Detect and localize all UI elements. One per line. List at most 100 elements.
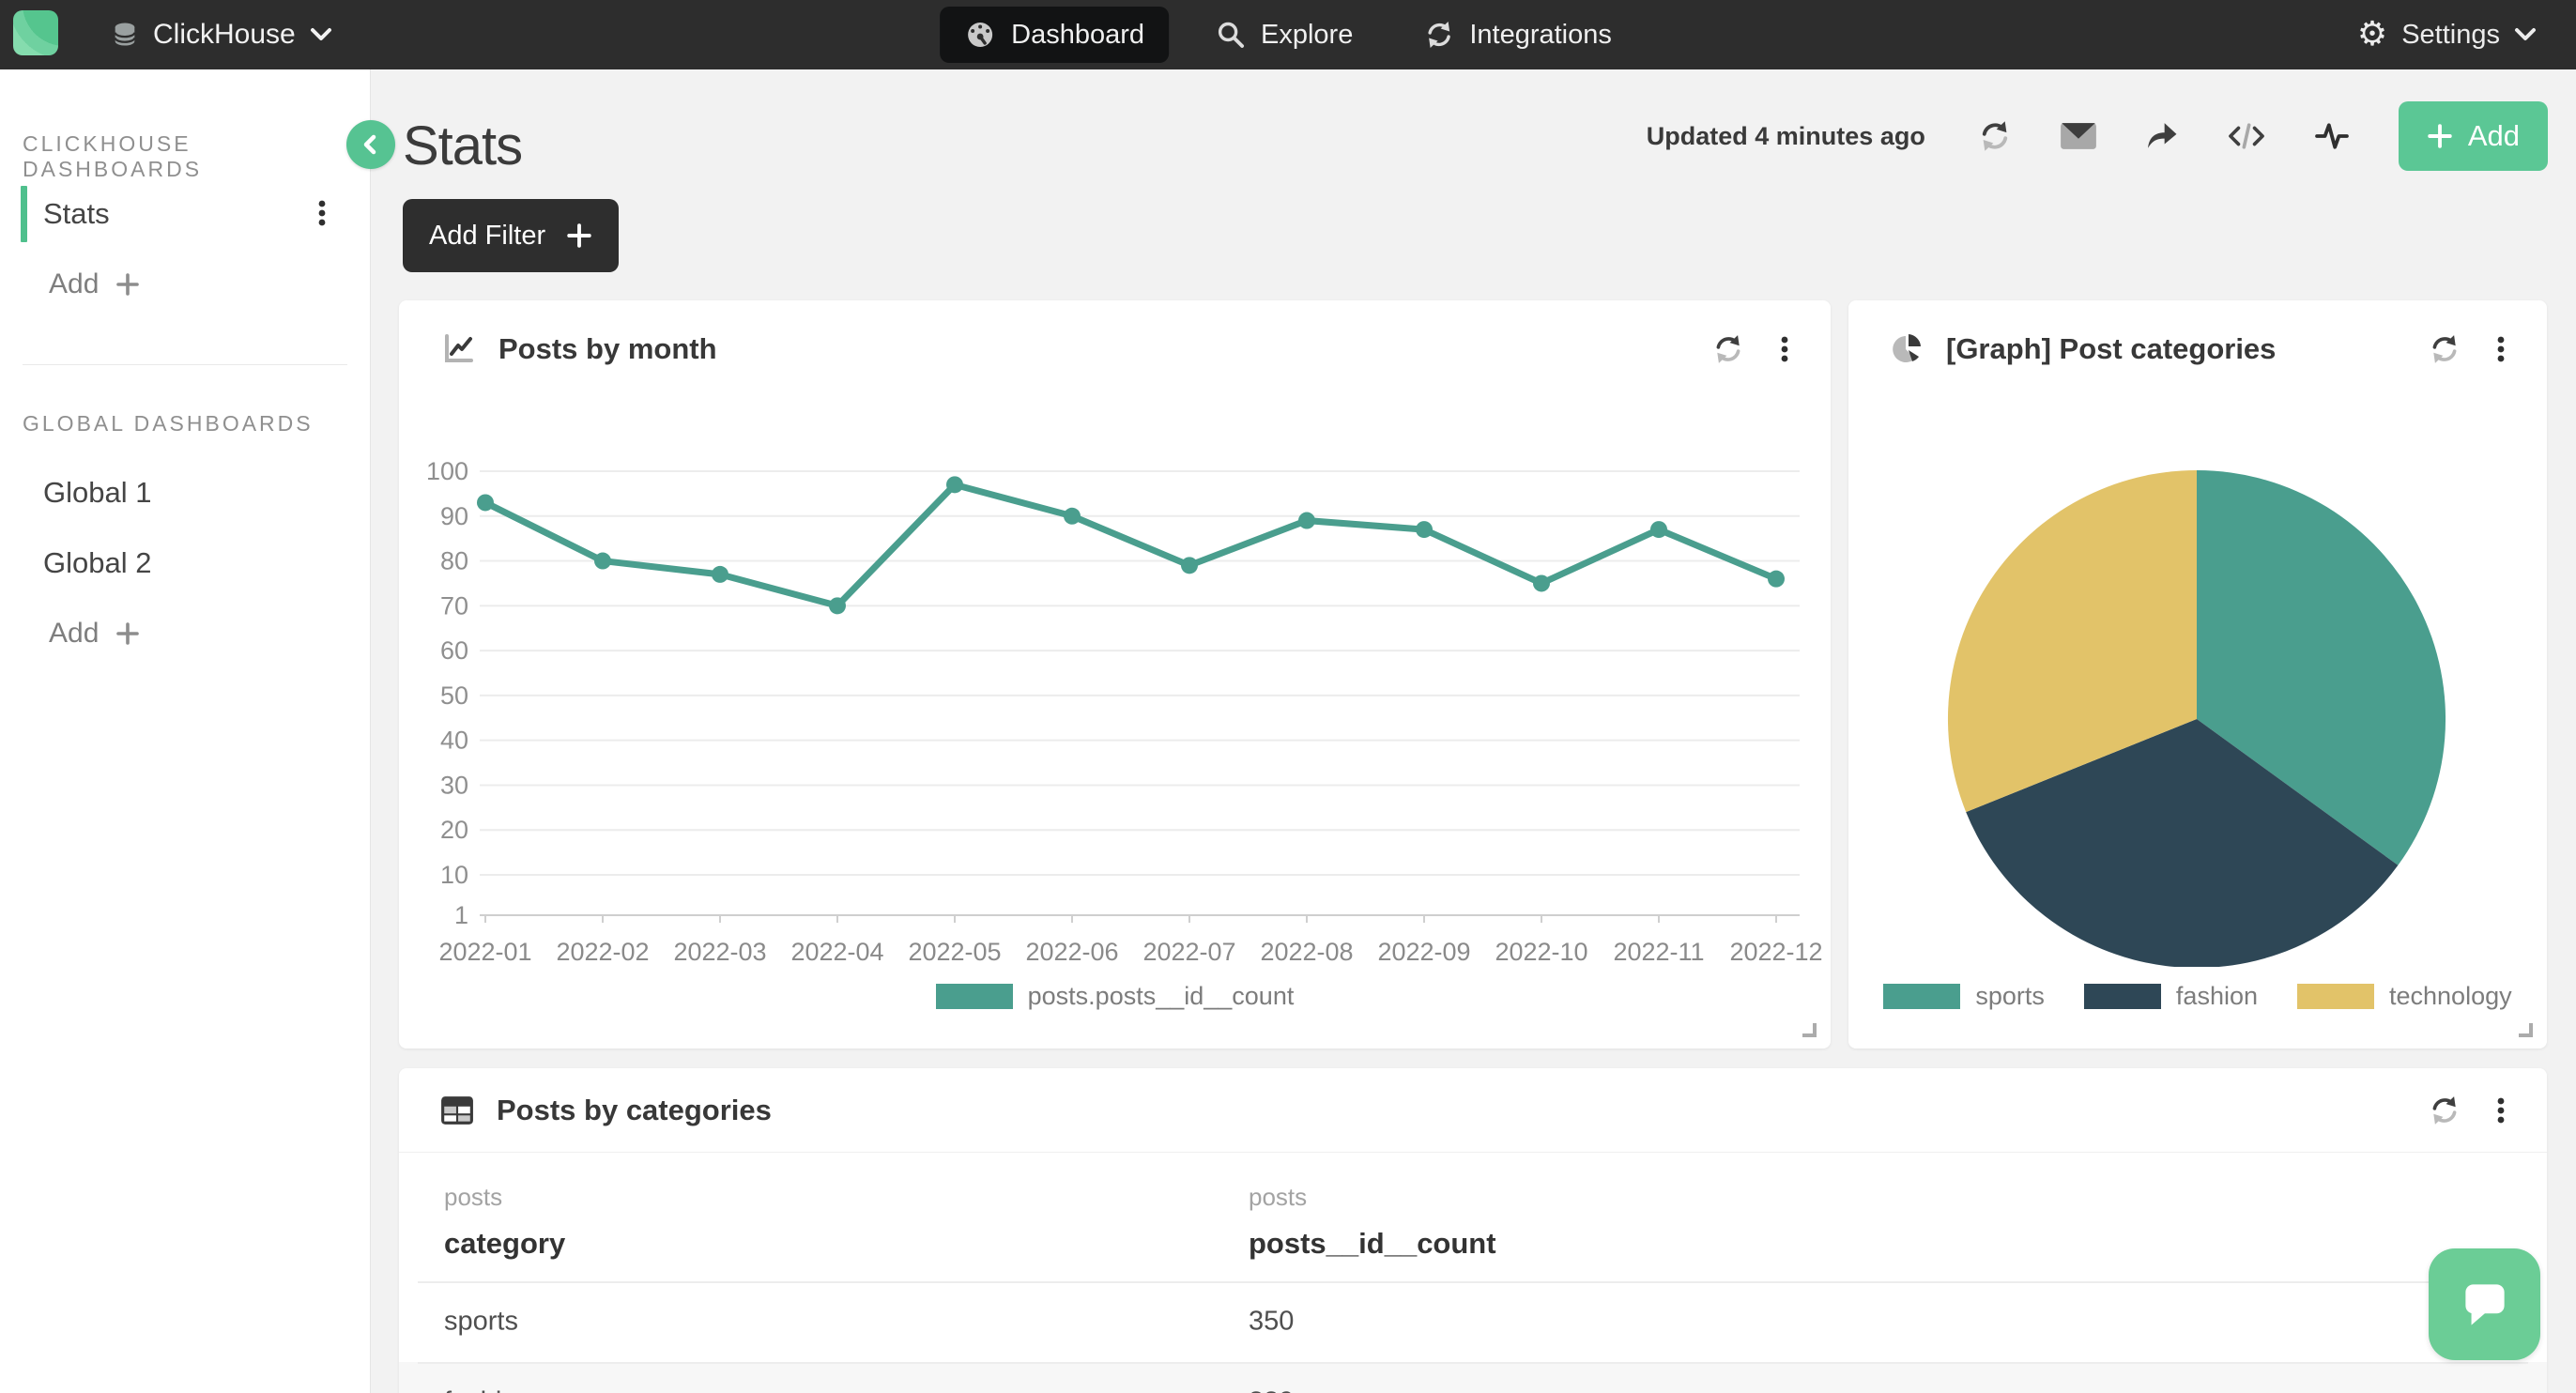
card-header: [Graph] Post categories [1848,300,2547,398]
legend-label: posts.posts__id__count [1028,982,1295,1011]
svg-text:1: 1 [454,901,468,929]
add-widget-button[interactable]: Add [2399,101,2548,171]
sidebar-item-global-1[interactable]: Global 1 [0,467,370,518]
code-icon [2228,121,2265,151]
table-header: posts category posts posts__id__count [399,1153,2547,1281]
settings-label: Settings [2401,20,2500,51]
resize-handle-icon[interactable] [1797,1018,1819,1040]
line-chart[interactable]: 11020304050607080901002022-012022-022022… [399,404,1831,967]
workspace-switcher[interactable]: ClickHouse [105,0,338,69]
card-posts-by-month: Posts by month [399,300,1831,1049]
sidebar-item-global-2[interactable]: Global 2 [0,538,370,589]
share-button[interactable] [2145,121,2179,151]
card-title: Posts by month [498,332,1690,366]
gauge-icon [964,19,996,51]
email-report-button[interactable] [2061,122,2096,150]
activity-button[interactable] [2314,120,2350,152]
add-dashboard-button[interactable]: Add [43,263,146,306]
sidebar-section-title: CLICKHOUSE DASHBOARDS [23,131,370,182]
main-content: Stats Updated 4 minutes ago [371,69,2576,1393]
kebab-menu-icon [317,199,327,227]
tab-integrations[interactable]: Integrations [1400,8,1636,63]
dashboard-actions: Updated 4 minutes ago [1647,101,2548,171]
add-filter-button[interactable]: Add Filter [403,199,619,272]
svg-text:50: 50 [440,681,468,710]
svg-text:100: 100 [426,457,468,485]
search-icon [1216,20,1246,50]
tab-label: Explore [1261,20,1353,51]
card-actions [1712,333,1789,365]
svg-text:2022-06: 2022-06 [1025,938,1118,966]
database-icon [111,20,139,50]
tab-label: Dashboard [1011,20,1144,51]
legend-item[interactable]: fashion [2084,982,2258,1011]
app-logo[interactable] [13,10,58,55]
widget-menu-button[interactable] [2496,1095,2506,1125]
main-nav: Dashboard Explore Integrations [940,0,1636,69]
refresh-dashboard-button[interactable] [1978,119,2012,153]
card-header: Posts by month [399,300,1831,398]
widget-menu-button[interactable] [1780,334,1789,364]
chevron-left-icon [359,132,383,157]
table-body: sports350fashion339 [399,1281,2547,1393]
refresh-icon [1978,119,2012,153]
legend-swatch [2084,984,2161,1009]
kebab-menu-icon [2496,1095,2506,1125]
svg-text:90: 90 [440,502,468,530]
mail-icon [2061,122,2096,150]
table-icon [440,1095,474,1125]
top-navbar: ClickHouse Dashboard [0,0,2576,69]
legend-item[interactable]: posts.posts__id__count [936,982,1295,1011]
svg-text:2022-12: 2022-12 [1729,938,1822,966]
tab-dashboard[interactable]: Dashboard [940,7,1169,63]
svg-text:2022-05: 2022-05 [908,938,1001,966]
pie-chart[interactable] [1848,404,2547,967]
refresh-widget-button[interactable] [1712,333,1744,365]
legend-item[interactable]: technology [2297,982,2512,1011]
dashboard-menu-button[interactable] [312,193,332,236]
column-header[interactable]: posts posts__id__count [1249,1183,1496,1261]
sidebar-item-stats[interactable]: Stats [0,184,370,244]
svg-text:60: 60 [440,636,468,665]
card-header: Posts by categories [399,1068,2547,1153]
chat-widget-button[interactable] [2429,1248,2540,1360]
add-label: Add [49,618,99,650]
svg-text:20: 20 [440,816,468,844]
svg-text:2022-08: 2022-08 [1260,938,1353,966]
tab-explore[interactable]: Explore [1191,8,1377,63]
refresh-icon [1712,333,1744,365]
table-cell-category: fashion [444,1387,532,1393]
plus-icon [115,272,140,297]
refresh-widget-button[interactable] [2429,333,2461,365]
app-root: ClickHouse Dashboard [0,0,2576,1393]
column-name: category [444,1227,565,1261]
chart-legend: posts.posts__id__count [399,982,1831,1011]
legend-label: fashion [2176,982,2258,1011]
embed-code-button[interactable] [2228,121,2265,151]
widget-menu-button[interactable] [2496,334,2506,364]
gear-icon: ⚙ [2357,18,2387,52]
plus-icon [2427,123,2453,149]
refresh-icon [2429,1094,2461,1126]
sidebar-collapse-button[interactable] [346,120,395,169]
svg-text:2022-11: 2022-11 [1613,938,1704,966]
svg-text:30: 30 [440,771,468,799]
legend-item[interactable]: sports [1883,982,2045,1011]
add-global-dashboard-button[interactable]: Add [43,612,146,655]
card-post-categories: [Graph] Post categories [1848,300,2547,1049]
chart-legend: sports fashion technology [1848,982,2547,1011]
card-actions [2429,333,2506,365]
resize-handle-icon[interactable] [2513,1018,2536,1040]
card-posts-by-categories: Posts by categories [399,1068,2547,1393]
svg-text:2022-02: 2022-02 [556,938,649,966]
svg-text:80: 80 [440,547,468,575]
refresh-widget-button[interactable] [2429,1094,2461,1126]
column-name: posts__id__count [1249,1227,1496,1261]
tab-label: Integrations [1469,20,1612,51]
column-header[interactable]: posts category [444,1183,565,1261]
settings-menu[interactable]: ⚙ Settings [2352,0,2542,69]
plus-icon [115,621,140,646]
svg-text:2022-04: 2022-04 [790,938,883,966]
plus-icon [566,222,592,249]
card-title: Posts by categories [497,1094,2406,1127]
